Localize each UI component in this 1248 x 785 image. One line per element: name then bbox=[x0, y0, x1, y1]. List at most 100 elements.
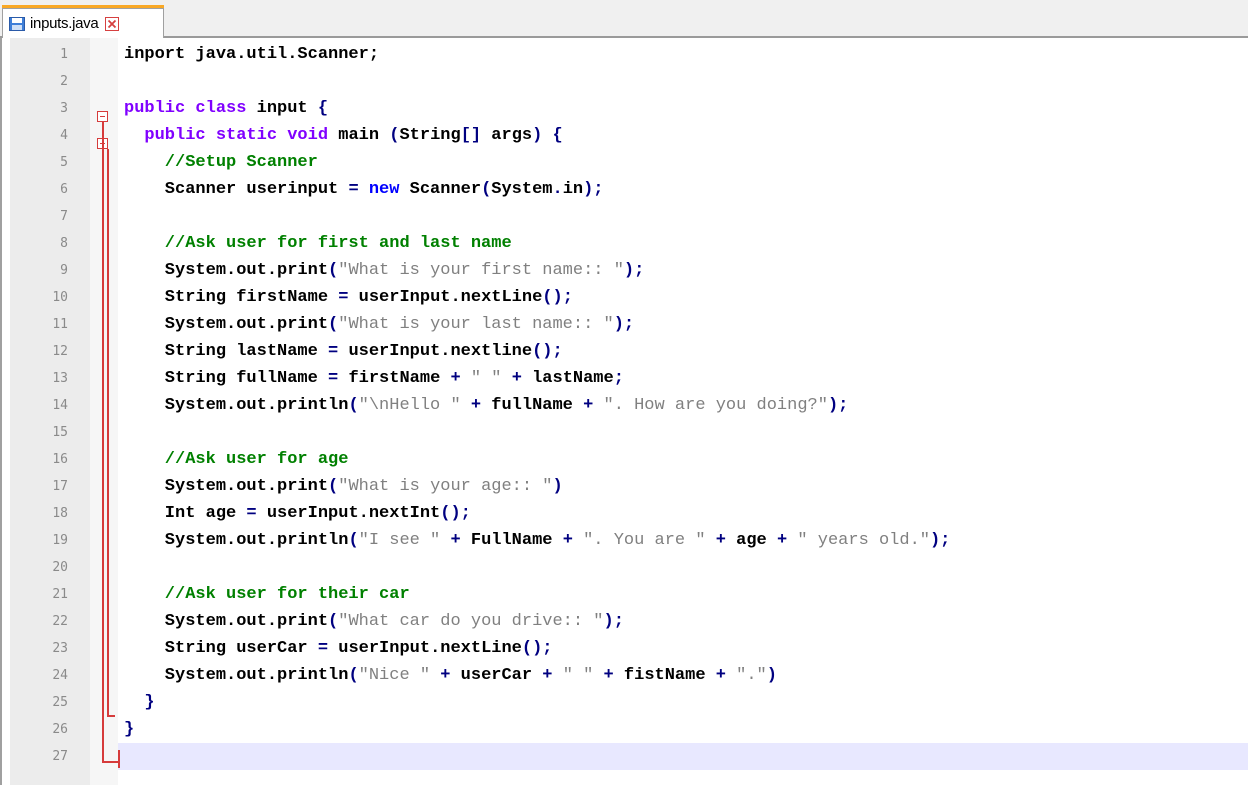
line-number: 8 bbox=[60, 236, 68, 251]
code-token: ); bbox=[603, 612, 624, 631]
code-token: + bbox=[603, 666, 614, 685]
code-token: = bbox=[317, 639, 329, 658]
code-line[interactable] bbox=[10, 68, 1248, 95]
code-token: + bbox=[542, 666, 553, 685]
code-token: + bbox=[583, 396, 594, 415]
code-token: Scanner userinput bbox=[124, 180, 349, 199]
code-token: ". How are you doing?" bbox=[593, 396, 828, 415]
code-token: String fullName bbox=[124, 369, 329, 388]
code-token: userInput.nextline bbox=[338, 342, 533, 361]
tab-label: inputs.java bbox=[30, 15, 99, 32]
line-number: 3 bbox=[60, 101, 68, 116]
code-token: ) { bbox=[532, 126, 563, 145]
code-token: lastName bbox=[521, 369, 614, 388]
code-token: ; bbox=[613, 369, 624, 388]
code-text: String fullName = firstName + " " + last… bbox=[124, 365, 624, 392]
fold-line-main bbox=[107, 149, 109, 716]
fold-toggle-class[interactable] bbox=[97, 111, 108, 122]
code-token: //Setup Scanner bbox=[124, 153, 318, 172]
code-token: (); bbox=[532, 342, 563, 361]
code-token: Scanner bbox=[399, 180, 482, 199]
code-token: "What is your first name:: " bbox=[338, 261, 624, 280]
code-token: userCar bbox=[450, 666, 543, 685]
code-token: (); bbox=[521, 639, 553, 658]
code-token: //Ask user for age bbox=[124, 450, 349, 469]
code-line[interactable] bbox=[10, 419, 1248, 446]
line-number: 20 bbox=[52, 560, 68, 575]
code-token: = bbox=[348, 180, 359, 199]
close-icon[interactable] bbox=[105, 16, 120, 31]
code-token: firstName bbox=[338, 369, 451, 388]
code-token: ( bbox=[481, 180, 492, 199]
code-token: } bbox=[124, 720, 135, 739]
tab-bar: inputs.java bbox=[0, 0, 1248, 38]
line-number: 26 bbox=[52, 722, 68, 737]
code-text: //Setup Scanner bbox=[124, 149, 318, 176]
code-text: Scanner userinput = new Scanner(System.i… bbox=[124, 176, 604, 203]
line-number: 9 bbox=[60, 263, 68, 278]
code-token: System.out.print bbox=[124, 612, 329, 631]
code-token: "I see " bbox=[358, 531, 451, 550]
code-token: public class bbox=[124, 99, 247, 118]
code-text: Int age = userInput.nextInt(); bbox=[124, 500, 471, 527]
tab-active-indicator bbox=[2, 5, 164, 8]
code-token: "What is your last name:: " bbox=[338, 315, 614, 334]
code-token: inport java.util.Scanner; bbox=[124, 45, 380, 64]
code-line[interactable] bbox=[10, 689, 1248, 716]
code-text: String firstName = userInput.nextLine(); bbox=[124, 284, 573, 311]
line-number: 12 bbox=[52, 344, 68, 359]
code-token: public static void bbox=[124, 126, 329, 145]
code-token: . bbox=[552, 180, 563, 199]
code-token: userInput.nextLine bbox=[328, 639, 522, 658]
code-token: { bbox=[317, 99, 329, 118]
line-number: 18 bbox=[52, 506, 68, 521]
text-cursor bbox=[118, 750, 120, 768]
code-text: String lastName = userInput.nextline(); bbox=[124, 338, 563, 365]
code-token: System.out.println bbox=[124, 531, 349, 550]
code-token: ( bbox=[328, 477, 339, 496]
code-token: " years old." bbox=[787, 531, 930, 550]
code-text: System.out.println("I see " + FullName +… bbox=[124, 527, 951, 554]
code-token: fistName bbox=[613, 666, 716, 685]
code-token: + bbox=[776, 531, 788, 550]
code-text: } bbox=[124, 689, 154, 716]
code-editor[interactable]: 1 inport java.util.Scanner; 2 3 public class… bbox=[0, 38, 1248, 785]
tab-inputs-java[interactable]: inputs.java bbox=[2, 5, 164, 38]
code-token: input bbox=[246, 99, 318, 118]
code-token: ". You are " bbox=[572, 531, 716, 550]
code-token: ( bbox=[328, 261, 339, 280]
code-token: ( bbox=[328, 612, 339, 631]
line-number: 27 bbox=[52, 749, 68, 764]
code-token: (); bbox=[542, 288, 573, 307]
code-line[interactable] bbox=[10, 716, 1248, 743]
code-line[interactable] bbox=[118, 743, 1248, 770]
line-number: 7 bbox=[60, 209, 68, 224]
code-text: String userCar = userInput.nextLine(); bbox=[124, 635, 553, 662]
code-token: ( bbox=[328, 315, 339, 334]
code-token: + bbox=[562, 531, 573, 550]
code-text: //Ask user for their car bbox=[124, 581, 410, 608]
code-token: + bbox=[450, 531, 461, 550]
code-token: FullName bbox=[460, 531, 563, 550]
code-token: ); bbox=[929, 531, 951, 550]
code-text: System.out.println("Nice " + userCar + "… bbox=[124, 662, 777, 689]
line-number: 11 bbox=[52, 317, 68, 332]
code-token: Int age bbox=[124, 504, 247, 523]
code-text: //Ask user for age bbox=[124, 446, 349, 473]
code-line[interactable] bbox=[10, 554, 1248, 581]
code-text: System.out.println("\nHello " + fullName… bbox=[124, 392, 849, 419]
code-token: + bbox=[511, 369, 522, 388]
code-token: "What car do you drive:: " bbox=[338, 612, 604, 631]
code-token: String firstName bbox=[124, 288, 339, 307]
code-token: + bbox=[715, 531, 726, 550]
floppy-disk-icon bbox=[9, 16, 25, 31]
code-token: (); bbox=[440, 504, 471, 523]
code-token: System.out.print bbox=[124, 261, 329, 280]
code-token: //Ask user for their car bbox=[124, 585, 410, 604]
code-token: ); bbox=[613, 315, 635, 334]
code-token: + bbox=[715, 666, 726, 685]
code-token: String userCar bbox=[124, 639, 318, 658]
line-number: 13 bbox=[52, 371, 68, 386]
code-line[interactable] bbox=[10, 203, 1248, 230]
code-token: userInput.nextInt bbox=[256, 504, 441, 523]
